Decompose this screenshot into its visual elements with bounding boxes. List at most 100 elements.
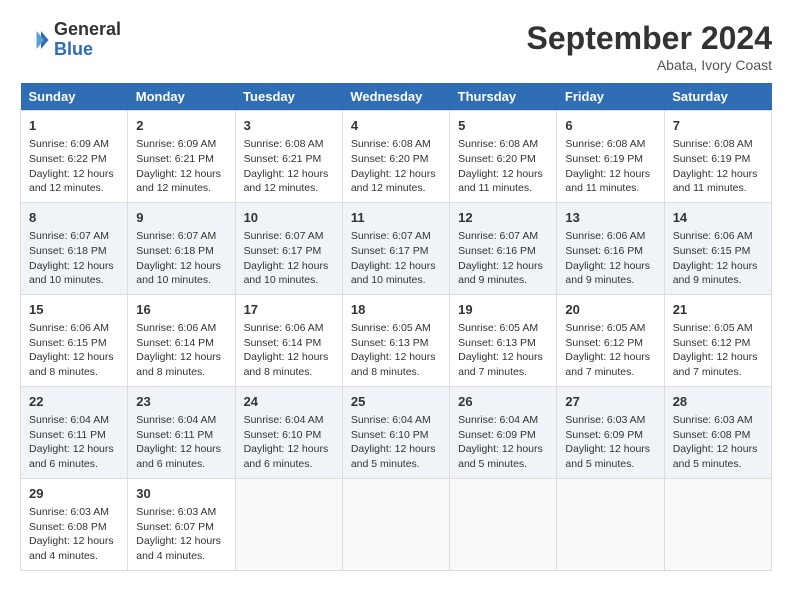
calendar-cell: 5Sunrise: 6:08 AMSunset: 6:20 PMDaylight… [450, 111, 557, 203]
daylight-label: Daylight: 12 hours and 10 minutes. [351, 260, 436, 287]
calendar-row: 15 Sunrise: 6:06 AM Sunset: 6:15 PM Dayligh… [21, 294, 772, 386]
calendar-cell: 12Sunrise: 6:07 AMSunset: 6:16 PMDayligh… [450, 202, 557, 294]
sunrise-label: Sunrise: 6:03 AM [565, 414, 645, 426]
day-number: 4 [351, 117, 441, 135]
day-number: 1 [29, 117, 119, 135]
col-wednesday: Wednesday [342, 83, 449, 111]
daylight-label: Daylight: 12 hours and 10 minutes. [136, 260, 221, 287]
calendar-cell: 10Sunrise: 6:07 AMSunset: 6:17 PMDayligh… [235, 202, 342, 294]
day-number: 24 [244, 393, 334, 411]
sunrise-label: Sunrise: 6:07 AM [458, 230, 538, 242]
calendar-cell: 24Sunrise: 6:04 AMSunset: 6:10 PMDayligh… [235, 386, 342, 478]
sunset-label: Sunset: 6:14 PM [136, 337, 214, 349]
sunrise-label: Sunrise: 6:09 AM [29, 138, 109, 150]
location: Abata, Ivory Coast [527, 57, 772, 73]
sunset-label: Sunset: 6:07 PM [136, 521, 214, 533]
daylight-label: Daylight: 12 hours and 10 minutes. [29, 260, 114, 287]
col-sunday: Sunday [21, 83, 128, 111]
day-number: 29 [29, 485, 119, 503]
calendar-cell: 6Sunrise: 6:08 AMSunset: 6:19 PMDaylight… [557, 111, 664, 203]
sunset-label: Sunset: 6:21 PM [244, 153, 322, 165]
sunrise-label: Sunrise: 6:05 AM [351, 322, 431, 334]
sunrise-label: Sunrise: 6:08 AM [565, 138, 645, 150]
month-title: September 2024 [527, 20, 772, 57]
sunset-label: Sunset: 6:19 PM [565, 153, 643, 165]
sunrise-label: Sunrise: 6:06 AM [244, 322, 324, 334]
calendar-cell [664, 478, 771, 570]
daylight-label: Daylight: 12 hours and 12 minutes. [351, 168, 436, 195]
daylight-label: Daylight: 12 hours and 6 minutes. [29, 443, 114, 470]
calendar-cell: 4Sunrise: 6:08 AMSunset: 6:20 PMDaylight… [342, 111, 449, 203]
sunset-label: Sunset: 6:16 PM [458, 245, 536, 257]
calendar-cell: 16Sunrise: 6:06 AMSunset: 6:14 PMDayligh… [128, 294, 235, 386]
sunset-label: Sunset: 6:20 PM [458, 153, 536, 165]
header: General Blue September 2024 Abata, Ivory… [20, 20, 772, 73]
daylight-label: Daylight: 12 hours and 5 minutes. [458, 443, 543, 470]
col-monday: Monday [128, 83, 235, 111]
calendar-cell: 21Sunrise: 6:05 AMSunset: 6:12 PMDayligh… [664, 294, 771, 386]
daylight-label: Daylight: 12 hours and 5 minutes. [565, 443, 650, 470]
day-number: 9 [136, 209, 226, 227]
logo-icon [20, 25, 50, 55]
day-number: 5 [458, 117, 548, 135]
calendar-cell: 25Sunrise: 6:04 AMSunset: 6:10 PMDayligh… [342, 386, 449, 478]
daylight-label: Daylight: 12 hours and 4 minutes. [29, 535, 114, 562]
day-number: 16 [136, 301, 226, 319]
daylight-label: Daylight: 12 hours and 9 minutes. [673, 260, 758, 287]
daylight-label: Daylight: 12 hours and 4 minutes. [136, 535, 221, 562]
day-number: 25 [351, 393, 441, 411]
calendar-cell: 2Sunrise: 6:09 AMSunset: 6:21 PMDaylight… [128, 111, 235, 203]
sunrise-label: Sunrise: 6:06 AM [136, 322, 216, 334]
calendar-cell: 8Sunrise: 6:07 AMSunset: 6:18 PMDaylight… [21, 202, 128, 294]
sunrise-label: Sunrise: 6:08 AM [351, 138, 431, 150]
daylight-label: Daylight: 12 hours and 12 minutes. [244, 168, 329, 195]
daylight-label: Daylight: 12 hours and 8 minutes. [351, 351, 436, 378]
day-number: 27 [565, 393, 655, 411]
sunset-label: Sunset: 6:08 PM [673, 429, 751, 441]
calendar-cell: 22Sunrise: 6:04 AMSunset: 6:11 PMDayligh… [21, 386, 128, 478]
sunset-label: Sunset: 6:15 PM [29, 337, 107, 349]
sunset-label: Sunset: 6:17 PM [244, 245, 322, 257]
sunset-label: Sunset: 6:09 PM [458, 429, 536, 441]
day-number: 3 [244, 117, 334, 135]
day-number: 13 [565, 209, 655, 227]
sunset-label: Sunset: 6:13 PM [458, 337, 536, 349]
sunrise-label: Sunrise: 6:07 AM [29, 230, 109, 242]
sunset-label: Sunset: 6:22 PM [29, 153, 107, 165]
calendar-cell: 7Sunrise: 6:08 AMSunset: 6:19 PMDaylight… [664, 111, 771, 203]
calendar-cell: 26Sunrise: 6:04 AMSunset: 6:09 PMDayligh… [450, 386, 557, 478]
sunset-label: Sunset: 6:11 PM [29, 429, 106, 441]
sunset-label: Sunset: 6:19 PM [673, 153, 751, 165]
calendar-cell: 19Sunrise: 6:05 AMSunset: 6:13 PMDayligh… [450, 294, 557, 386]
sunrise-label: Sunrise: 6:07 AM [244, 230, 324, 242]
daylight-label: Daylight: 12 hours and 11 minutes. [458, 168, 543, 195]
sunrise-label: Sunrise: 6:04 AM [136, 414, 216, 426]
sunrise-label: Sunrise: 6:04 AM [458, 414, 538, 426]
day-number: 28 [673, 393, 763, 411]
logo: General Blue [20, 20, 121, 60]
sunset-label: Sunset: 6:16 PM [565, 245, 643, 257]
day-number: 12 [458, 209, 548, 227]
day-number: 14 [673, 209, 763, 227]
sunset-label: Sunset: 6:21 PM [136, 153, 214, 165]
daylight-label: Daylight: 12 hours and 11 minutes. [673, 168, 758, 195]
title-area: September 2024 Abata, Ivory Coast [527, 20, 772, 73]
sunrise-label: Sunrise: 6:07 AM [351, 230, 431, 242]
day-number: 15 [29, 301, 119, 319]
calendar-row: 1 Sunrise: 6:09 AM Sunset: 6:22 PM Daylight… [21, 111, 772, 203]
day-number: 2 [136, 117, 226, 135]
sunset-label: Sunset: 6:13 PM [351, 337, 429, 349]
daylight-label: Daylight: 12 hours and 11 minutes. [565, 168, 650, 195]
sunset-label: Sunset: 6:09 PM [565, 429, 643, 441]
daylight-label: Daylight: 12 hours and 8 minutes. [244, 351, 329, 378]
day-number: 11 [351, 209, 441, 227]
daylight-label: Daylight: 12 hours and 5 minutes. [351, 443, 436, 470]
sunrise-label: Sunrise: 6:05 AM [565, 322, 645, 334]
calendar-cell: 3Sunrise: 6:08 AMSunset: 6:21 PMDaylight… [235, 111, 342, 203]
col-tuesday: Tuesday [235, 83, 342, 111]
sunrise-label: Sunrise: 6:07 AM [136, 230, 216, 242]
daylight-label: Daylight: 12 hours and 10 minutes. [244, 260, 329, 287]
sunset-label: Sunset: 6:10 PM [351, 429, 429, 441]
calendar-cell: 28Sunrise: 6:03 AMSunset: 6:08 PMDayligh… [664, 386, 771, 478]
sunrise-label: Sunrise: 6:06 AM [673, 230, 753, 242]
